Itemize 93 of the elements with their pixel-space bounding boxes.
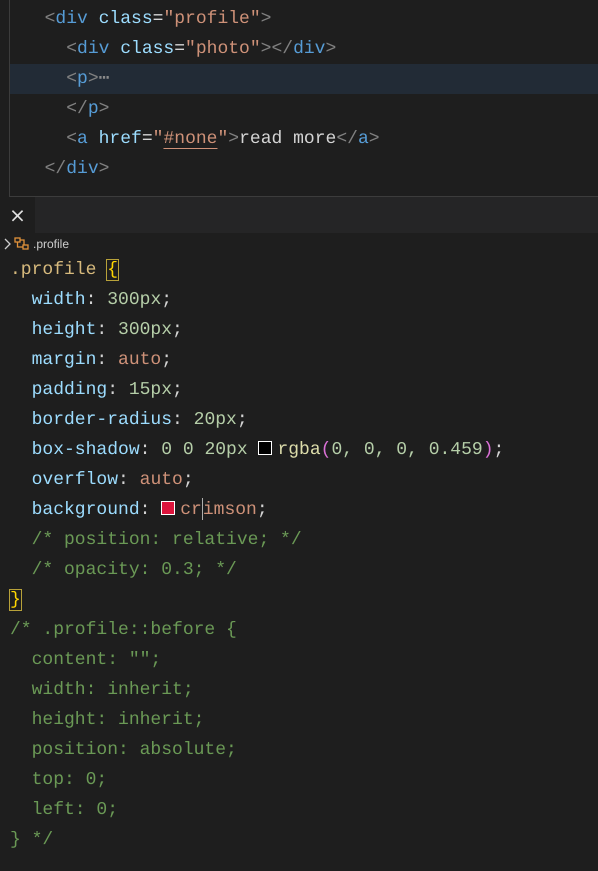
attribute-value: " — [152, 129, 164, 149]
tag-bracket: > — [88, 69, 99, 89]
code-comment: left: 0; — [30, 800, 118, 820]
tag-name: p — [88, 99, 99, 119]
folded-ellipsis: ⋯ — [98, 69, 110, 89]
tag-name: p — [77, 69, 88, 89]
css-property: padding — [30, 380, 108, 400]
tag-bracket: > — [260, 9, 272, 29]
breadcrumb-item[interactable]: .profile — [33, 237, 70, 251]
tag-bracket: < — [44, 9, 56, 29]
tag-bracket: < — [65, 39, 78, 59]
tag-bracket: > — [98, 99, 110, 119]
code-text: ; — [182, 470, 194, 490]
tag-bracket: </ — [65, 99, 88, 119]
css-value: auto — [118, 350, 162, 370]
tag-bracket: </ — [336, 129, 358, 149]
code-comment: /* .profile::before { — [10, 620, 237, 640]
selector-symbol-icon — [14, 237, 30, 251]
link-value: #none — [163, 129, 218, 149]
attribute-value: "profile" — [163, 9, 261, 29]
css-number: 300px — [118, 320, 172, 340]
css-function: rgba — [277, 440, 321, 460]
code-text: : — [86, 290, 98, 310]
css-property: background — [30, 500, 140, 520]
code-text: = — [142, 129, 153, 149]
code-text: = — [152, 9, 164, 29]
css-property: margin — [30, 350, 96, 370]
css-number: 300px — [107, 290, 162, 310]
tag-name: div — [293, 39, 326, 59]
code-text: ; — [494, 440, 504, 460]
attribute-name: href — [98, 129, 142, 149]
tag-name: a — [77, 129, 88, 149]
code-text: ; — [172, 320, 183, 340]
tag-bracket: < — [65, 69, 78, 89]
attribute-value: "photo" — [185, 39, 261, 59]
attribute-value: " — [217, 129, 228, 149]
color-swatch[interactable] — [161, 501, 176, 515]
css-property: overflow — [30, 470, 118, 490]
code-comment: /* opacity: 0.3; */ — [30, 560, 237, 580]
code-text: ; — [172, 380, 183, 400]
code-text: ; — [236, 410, 248, 430]
tag-bracket: > — [325, 39, 336, 59]
css-number: 20px — [194, 410, 237, 430]
css-number: 0, 0, 0, 0.459 — [331, 440, 483, 460]
code-text: : — [96, 320, 108, 340]
tag-bracket: > — [368, 129, 380, 149]
code-text: ; — [161, 290, 172, 310]
css-selector: .profile — [10, 260, 98, 280]
tag-bracket: > — [98, 159, 110, 179]
code-comment: width: inherit; — [30, 680, 194, 700]
tag-name: div — [77, 39, 110, 59]
code-text: ; — [256, 500, 268, 520]
css-property: width — [30, 290, 86, 310]
parenthesis: ( — [320, 440, 332, 460]
attribute-name: class — [119, 39, 174, 59]
parenthesis: ) — [482, 440, 494, 460]
code-comment: /* position: relative; */ — [30, 530, 302, 550]
code-comment: height: inherit; — [30, 710, 204, 730]
code-text: : — [118, 470, 130, 490]
code-text: : — [107, 380, 120, 400]
tag-name: a — [358, 129, 369, 149]
matched-brace: { — [107, 260, 118, 280]
css-value: auto — [140, 470, 183, 490]
css-property: height — [30, 320, 96, 340]
tag-name: div — [66, 159, 99, 179]
tag-bracket: </ — [44, 159, 66, 179]
css-property: border-radius — [30, 410, 172, 430]
code-text: : — [140, 500, 152, 520]
color-swatch[interactable] — [258, 441, 272, 455]
code-comment: top: 0; — [30, 770, 108, 790]
code-text: : — [172, 410, 184, 430]
css-number: 0 0 20px — [161, 440, 249, 460]
code-comment: content: ""; — [30, 650, 162, 670]
chevron-icon[interactable] — [3, 238, 11, 250]
tag-name: div — [55, 9, 88, 29]
code-text: : — [140, 440, 152, 460]
code-comment: } */ — [10, 830, 54, 850]
attribute-name: class — [98, 9, 153, 29]
close-tab-button[interactable]: × — [0, 197, 35, 233]
text-cursor — [202, 498, 203, 520]
css-value: imson — [202, 500, 257, 520]
code-text: read more — [239, 129, 336, 149]
code-text: ; — [161, 350, 172, 370]
code-text: : — [96, 350, 108, 370]
code-comment: position: absolute; — [30, 740, 237, 760]
tag-bracket: ></ — [260, 39, 294, 59]
tag-bracket: < — [65, 129, 78, 149]
css-value: cr — [180, 500, 202, 520]
matched-brace: } — [10, 590, 21, 610]
css-number: 15px — [128, 380, 172, 400]
tag-bracket: > — [228, 129, 240, 149]
css-property: box-shadow — [30, 440, 140, 460]
code-text: = — [174, 39, 186, 59]
